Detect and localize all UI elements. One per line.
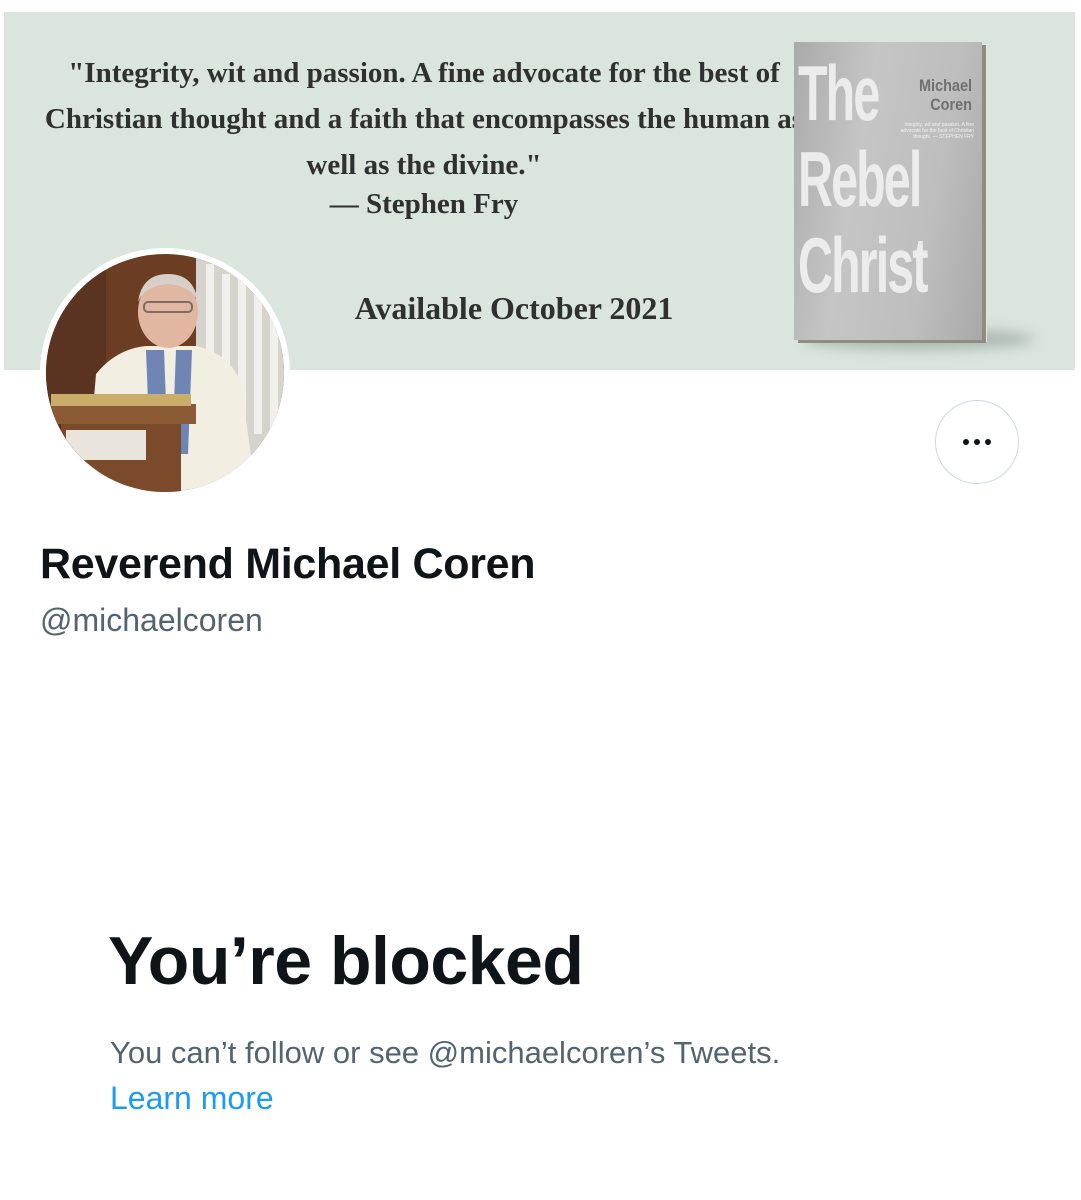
banner-attribution: — Stephen Fry (329, 188, 519, 220)
book-cover: The Rebel Christ Michael Coren Integrity… (794, 42, 982, 340)
blocked-message: You can’t follow or see @michaelcoren’s … (110, 1035, 781, 1070)
avatar-image (46, 254, 284, 492)
blocked-title: You’re blocked (108, 923, 584, 999)
avatar-photo (46, 254, 284, 492)
book-blurb: Integrity, wit and passion. A fine advoc… (900, 122, 974, 140)
more-options-button[interactable] (935, 400, 1019, 484)
profile-handle: @michaelcoren (40, 602, 263, 638)
avatar[interactable] (40, 248, 290, 498)
ellipsis-icon (963, 439, 991, 445)
learn-more-link[interactable]: Learn more (110, 1080, 274, 1117)
book-author: Michael Coren (918, 76, 972, 114)
banner-quote: "Integrity, wit and passion. A fine advo… (44, 57, 804, 181)
profile-display-name: Reverend Michael Coren (40, 540, 536, 588)
